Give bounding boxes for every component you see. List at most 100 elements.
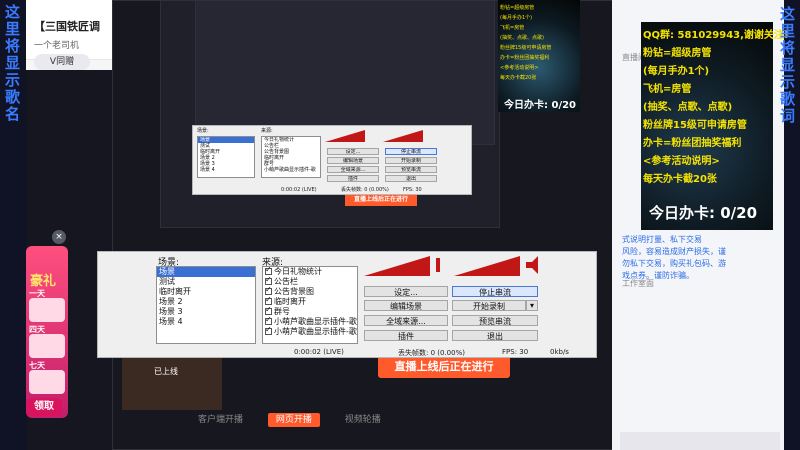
list-item[interactable]: 今日礼物统计 — [263, 267, 357, 277]
gift-slot[interactable] — [29, 370, 65, 394]
list-item[interactable]: 场景 4 — [198, 167, 254, 173]
claim-button[interactable]: 领取 — [26, 398, 62, 416]
start-record-button[interactable]: 开始录制 — [385, 157, 437, 164]
preview-stream-button[interactable]: 预览串流 — [452, 315, 538, 326]
status-bitrate: 0kb/s — [550, 348, 569, 356]
record-dropdown-icon[interactable]: ▾ — [526, 300, 538, 311]
scene-list[interactable]: 场景 测试 临时离开 场景 2 场景 3 场景 4 — [197, 136, 255, 178]
gift-slot[interactable] — [29, 298, 65, 322]
settings-button[interactable]: 设定... — [364, 286, 448, 297]
info-overlay-nested: 粉钻=超级房管 (每月手办1个) 飞机=房管 (抽奖、点歌、点歌) 粉丝牌15级… — [498, 0, 580, 112]
checkbox[interactable] — [265, 325, 272, 335]
list-item[interactable]: 临时离开 — [157, 287, 255, 297]
qq-group: QQ群: 581029943,谢谢关注! — [643, 30, 789, 41]
global-sources-button[interactable]: 全域来源... — [327, 166, 379, 173]
overlay-line: (抽奖、点歌、点歌) — [643, 102, 733, 113]
list-item[interactable]: 小萌芦歌曲显示插件-歌 — [263, 325, 357, 337]
status-fps: FPS: 30 — [403, 187, 422, 193]
source-list[interactable]: 今日礼物统计 公告栏 公告背景图 临时离开 群号 小萌芦歌曲显示插件-歌 小萌芦… — [262, 266, 358, 344]
overlay-line: 飞机=房管 — [643, 84, 692, 95]
status-time: 0:00:02 (LIVE) — [281, 187, 317, 193]
list-item[interactable]: 场景 2 — [157, 297, 255, 307]
capture-frame-inner — [195, 0, 495, 145]
overlay-line: <参考活动说明> — [643, 156, 720, 167]
overlay-line: (每月手办1个) — [643, 66, 710, 77]
gift-slot[interactable] — [29, 334, 65, 358]
overlay-line: <参考活动说明> — [500, 65, 539, 71]
tab-video[interactable]: 视频轮播 — [345, 415, 381, 425]
checkbox[interactable] — [265, 285, 272, 295]
overlay-line: 粉丝牌15级可申请房管 — [500, 45, 552, 51]
work-label[interactable]: 工作室面 — [622, 278, 654, 289]
preview-stream-button[interactable]: 预览串流 — [385, 166, 437, 173]
plugins-button[interactable]: 插件 — [364, 330, 448, 341]
song-title-banner: 这里将显示歌名 — [3, 4, 21, 123]
status-fps: FPS: 30 — [502, 348, 529, 356]
stream-mode-tabs: 客户端开播 网页开播 视频轮播 — [198, 412, 403, 427]
list-item[interactable]: 公告背景图 — [263, 285, 357, 297]
checkbox[interactable] — [265, 267, 272, 275]
close-icon[interactable]: × — [52, 230, 66, 244]
overlay-line: (抽奖、点歌、点歌) — [500, 35, 544, 41]
obs-window: 场景: 来源: 场景 测试 临时离开 场景 2 场景 3 场景 4 今日礼物统计… — [97, 251, 597, 358]
list-item[interactable]: 场景 — [157, 267, 255, 277]
obs-window-nested: 场景: 来源: 场景 测试 临时离开 场景 2 场景 3 场景 4 今日礼物统计… — [192, 125, 472, 195]
plugins-button[interactable]: 插件 — [327, 175, 379, 182]
stream-subtitle: 一个老司机 — [34, 41, 80, 51]
list-item[interactable]: 场景 4 — [157, 317, 255, 327]
daily-card-count: 今日办卡: 0/20 — [504, 100, 577, 111]
checkbox[interactable] — [265, 295, 272, 305]
source-name: 今日礼物统计 — [274, 267, 322, 276]
notice-line: 风险，容易造成财产损失，谨 — [622, 247, 726, 256]
checkbox[interactable] — [265, 275, 272, 285]
screen: 【三国铁匠调 一个老司机 V同赠 豪礼 一天 四天 七天 领取 × 已上线 直播… — [0, 0, 800, 450]
chat-input-bar[interactable] — [620, 432, 780, 450]
scenes-label: 场景: — [197, 128, 209, 134]
tab-web[interactable]: 网页开播 — [267, 413, 320, 427]
list-item[interactable]: 公告栏 — [263, 275, 357, 287]
settings-button[interactable]: 设定... — [327, 148, 379, 155]
status-dropped: 丢失帧数: 0 (0.00%) — [398, 349, 465, 357]
overlay-line: 每天办卡截20张 — [500, 75, 537, 81]
status-time: 0:00:02 (LIVE) — [294, 348, 344, 356]
source-name: 小萌芦歌曲显示插件-歌 — [274, 327, 357, 336]
edit-scene-button[interactable]: 编辑场景 — [327, 157, 379, 164]
list-item[interactable]: 临时离开 — [263, 295, 357, 307]
source-name: 公告栏 — [274, 277, 298, 286]
cover-label: 已上线 — [154, 367, 178, 376]
overlay-line: 粉钻=超级房管 — [643, 48, 712, 59]
overlay-line: 办卡=粉丝团抽奖福利 — [500, 55, 550, 61]
source-name: 临时离开 — [274, 297, 306, 306]
lyrics-banner: 这里将显示歌词 — [778, 6, 796, 125]
source-list[interactable]: 今日礼物统计 公告栏 公告背景图 临时离开 群号 小萌芦歌曲显示插件-歌 — [261, 136, 321, 178]
gift-panel: 豪礼 一天 四天 七天 — [26, 246, 68, 418]
stream-title: 【三国铁匠调 — [34, 20, 100, 33]
exit-button[interactable]: 退出 — [385, 175, 437, 182]
stop-stream-button[interactable]: 停止串流 — [452, 286, 538, 297]
list-item[interactable]: 测试 — [157, 277, 255, 287]
edit-scene-button[interactable]: 编辑场景 — [364, 300, 448, 311]
checkbox[interactable] — [265, 315, 272, 325]
v-badge[interactable]: V同赠 — [34, 54, 90, 70]
list-item[interactable]: 场景 3 — [157, 307, 255, 317]
start-record-button[interactable]: 开始录制 — [452, 300, 526, 311]
exit-button[interactable]: 退出 — [452, 330, 538, 341]
notice-line: 式说明打量、私下交易 — [622, 235, 702, 244]
tab-client[interactable]: 客户端开播 — [198, 415, 243, 425]
list-item[interactable]: 小萌芦歌曲显示插件-歌 — [263, 315, 357, 327]
notice-line: 勿私下交易，购买礼包码、游 — [622, 259, 726, 268]
audio-meters — [325, 130, 423, 142]
list-item[interactable]: 小萌芦歌曲显示插件-歌 — [262, 167, 320, 173]
list-item[interactable]: 群号 — [263, 305, 357, 317]
stream-cover — [122, 350, 222, 410]
source-name: 公告背景图 — [274, 287, 314, 296]
stop-stream-button[interactable]: 停止串流 — [385, 148, 437, 155]
go-live-button-small: 直播上线后正在进行 — [345, 194, 417, 206]
status-dropped: 丢失帧数: 0 (0.00%) — [341, 187, 389, 193]
checkbox[interactable] — [265, 305, 272, 315]
go-live-button[interactable]: 直播上线后正在进行 — [378, 356, 510, 378]
overlay-line: 飞机=房管 — [500, 25, 525, 31]
scene-list[interactable]: 场景 测试 临时离开 场景 2 场景 3 场景 4 — [156, 266, 256, 344]
global-sources-button[interactable]: 全域来源... — [364, 315, 448, 326]
daily-card-count: 今日办卡: 0/20 — [649, 204, 758, 222]
